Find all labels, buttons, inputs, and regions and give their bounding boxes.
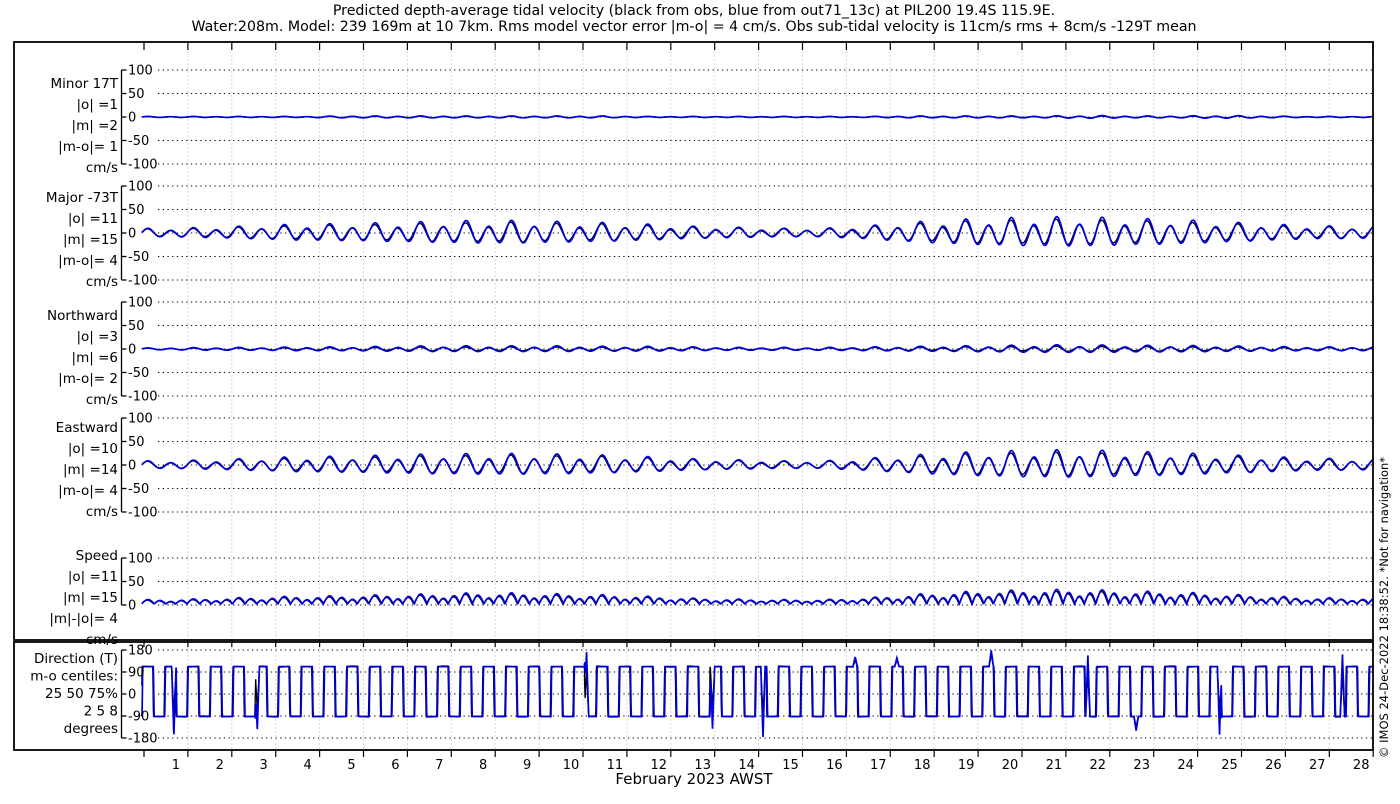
day-label: 7 bbox=[435, 758, 443, 773]
panel-label-minor: cm/s bbox=[86, 160, 118, 176]
panel-label-direction: 2 5 8 bbox=[84, 704, 118, 720]
day-label: 8 bbox=[479, 758, 487, 773]
day-label: 17 bbox=[870, 758, 887, 773]
y-tick-label: 50 bbox=[128, 87, 145, 102]
panel-label-major: |m-o|= 4 bbox=[58, 253, 118, 269]
panel-label-speed: |o| =11 bbox=[68, 569, 118, 585]
panel-label-minor: |o| =1 bbox=[76, 97, 118, 113]
y-tick-label: -100 bbox=[128, 390, 158, 405]
y-tick-label: 0 bbox=[128, 111, 136, 126]
day-label: 6 bbox=[391, 758, 399, 773]
day-label: 4 bbox=[303, 758, 311, 773]
panel-label-northward: |m| =6 bbox=[72, 350, 118, 366]
x-axis-label: February 2023 AWST bbox=[615, 770, 773, 788]
y-tick-label: 90 bbox=[128, 666, 145, 681]
figure-title-line2: Water:208m. Model: 239 169m at 10 7km. R… bbox=[191, 19, 1196, 35]
model-line-speed bbox=[141, 588, 1374, 607]
day-label: 9 bbox=[523, 758, 531, 773]
series-layer bbox=[140, 114, 1374, 738]
y-tick-label: -90 bbox=[128, 709, 149, 724]
panel-label-eastward: cm/s bbox=[86, 504, 118, 520]
panel-label-minor: Minor 17T bbox=[51, 76, 119, 92]
y-tick-label: -100 bbox=[128, 158, 158, 173]
model-line-minor bbox=[141, 114, 1374, 120]
day-label: 1 bbox=[172, 758, 180, 773]
day-label: 25 bbox=[1221, 758, 1238, 773]
day-label: 24 bbox=[1177, 758, 1194, 773]
panel-label-direction: 25 50 75% bbox=[45, 686, 118, 702]
day-label: 5 bbox=[347, 758, 355, 773]
day-label: 15 bbox=[782, 758, 799, 773]
panel-label-speed: |m| =15 bbox=[63, 590, 118, 606]
y-tick-label: 100 bbox=[128, 296, 153, 311]
y-tick-label: 100 bbox=[128, 180, 153, 195]
y-tick-label: 50 bbox=[128, 203, 145, 218]
y-tick-label: -50 bbox=[128, 482, 149, 497]
day-label: 20 bbox=[1002, 758, 1019, 773]
day-label: 10 bbox=[563, 758, 580, 773]
model-line-eastward bbox=[141, 448, 1374, 478]
panel-label-northward: |m-o|= 2 bbox=[58, 371, 118, 387]
day-label: 23 bbox=[1133, 758, 1150, 773]
day-label: 28 bbox=[1353, 758, 1370, 773]
day-label: 19 bbox=[958, 758, 975, 773]
y-tick-label: 0 bbox=[128, 343, 136, 358]
y-tick-label: 100 bbox=[128, 552, 153, 567]
tidal-velocity-figure: Predicted depth-average tidal velocity (… bbox=[13, 3, 1391, 788]
panel-label-speed: Speed bbox=[76, 548, 118, 564]
y-tick-label: 50 bbox=[128, 319, 145, 334]
panel-label-minor: |m| =2 bbox=[72, 118, 118, 134]
y-tick-label: 0 bbox=[128, 227, 136, 242]
day-label: 16 bbox=[826, 758, 843, 773]
y-tick-label: 100 bbox=[128, 412, 153, 427]
y-tick-label: -50 bbox=[128, 134, 149, 149]
day-label: 26 bbox=[1265, 758, 1282, 773]
figure-title-line1: Predicted depth-average tidal velocity (… bbox=[333, 3, 1055, 19]
y-tick-label: 100 bbox=[128, 64, 153, 79]
model-line-major bbox=[141, 215, 1374, 247]
y-tick-label: -180 bbox=[128, 731, 158, 746]
grid-layer bbox=[158, 43, 1372, 749]
panel-label-eastward: Eastward bbox=[56, 420, 118, 436]
panel-label-direction: degrees bbox=[64, 721, 118, 737]
y-tick-label: -100 bbox=[128, 506, 158, 521]
y-tick-label: -50 bbox=[128, 250, 149, 265]
panel-label-minor: |m-o|= 1 bbox=[58, 139, 118, 155]
panel-label-eastward: |o| =10 bbox=[68, 441, 118, 457]
panel-label-speed: |m|-|o|= 4 bbox=[49, 611, 118, 627]
y-tick-label: 50 bbox=[128, 435, 145, 450]
imos-watermark: © IMOS 24-Dec-2022 18:38:52. *Not for na… bbox=[1377, 457, 1391, 758]
panel-label-northward: cm/s bbox=[86, 392, 118, 408]
panel-label-northward: |o| =3 bbox=[76, 329, 118, 345]
panel-label-northward: Northward bbox=[47, 308, 118, 324]
day-label: 22 bbox=[1090, 758, 1107, 773]
panel-label-eastward: |m-o|= 4 bbox=[58, 483, 118, 499]
day-label: 3 bbox=[260, 758, 268, 773]
y-tick-label: 50 bbox=[128, 575, 145, 590]
y-tick-label: 0 bbox=[128, 459, 136, 474]
panel-label-direction: Direction (T) bbox=[34, 651, 118, 667]
y-tick-label: 0 bbox=[128, 688, 136, 703]
panel-label-major: Major -73T bbox=[46, 190, 119, 206]
upper-panels-frame bbox=[13, 41, 1374, 641]
y-tick-label: 180 bbox=[128, 644, 153, 659]
panel-label-direction: m-o centiles: bbox=[30, 669, 118, 685]
direction-panel-frame bbox=[13, 641, 1374, 751]
panel-label-major: |o| =11 bbox=[68, 211, 118, 227]
day-label: 2 bbox=[216, 758, 224, 773]
day-label: 21 bbox=[1046, 758, 1063, 773]
day-label: 27 bbox=[1309, 758, 1326, 773]
panel-label-major: |m| =15 bbox=[63, 232, 118, 248]
day-label: 18 bbox=[914, 758, 931, 773]
y-tick-label: -100 bbox=[128, 274, 158, 289]
y-tick-label: -50 bbox=[128, 366, 149, 381]
panel-label-eastward: |m| =14 bbox=[63, 462, 118, 478]
y-tick-label: 0 bbox=[128, 599, 136, 614]
panel-label-major: cm/s bbox=[86, 274, 118, 290]
